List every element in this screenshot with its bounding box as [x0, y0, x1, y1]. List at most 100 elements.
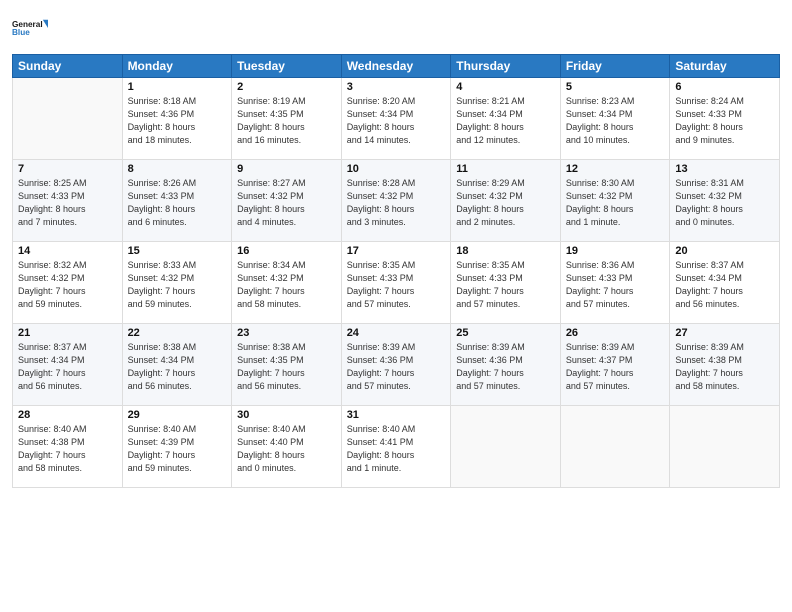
day-number: 28	[18, 409, 117, 421]
week-row-1: 1 Sunrise: 8:18 AM Sunset: 4:36 PM Daylig…	[13, 78, 780, 160]
day-info: Sunrise: 8:40 AM Sunset: 4:39 PM Dayligh…	[128, 423, 227, 475]
day-info: Sunrise: 8:40 AM Sunset: 4:41 PM Dayligh…	[347, 423, 446, 475]
weekday-header-wednesday: Wednesday	[341, 55, 451, 78]
day-cell: 24 Sunrise: 8:39 AM Sunset: 4:36 PM Dayli…	[341, 324, 451, 406]
day-number: 4	[456, 81, 555, 93]
weekday-header-tuesday: Tuesday	[232, 55, 342, 78]
week-row-5: 28 Sunrise: 8:40 AM Sunset: 4:38 PM Dayli…	[13, 406, 780, 488]
day-cell: 5Sunrise: 8:23 AM Sunset: 4:34 PM Daylig…	[560, 78, 670, 160]
weekday-header-saturday: Saturday	[670, 55, 780, 78]
day-cell: 27Sunrise: 8:39 AM Sunset: 4:38 PM Dayli…	[670, 324, 780, 406]
day-info: Sunrise: 8:40 AM Sunset: 4:38 PM Dayligh…	[18, 423, 117, 475]
day-number: 30	[237, 409, 336, 421]
week-row-2: 7 Sunrise: 8:25 AM Sunset: 4:33 PM Daylig…	[13, 160, 780, 242]
logo: General Blue	[12, 10, 48, 46]
day-info: Sunrise: 8:36 AM Sunset: 4:33 PM Dayligh…	[566, 259, 665, 311]
day-info: Sunrise: 8:33 AM Sunset: 4:32 PM Dayligh…	[128, 259, 227, 311]
day-info: Sunrise: 8:20 AM Sunset: 4:34 PM Dayligh…	[347, 95, 446, 147]
day-cell: 23Sunrise: 8:38 AM Sunset: 4:35 PM Dayli…	[232, 324, 342, 406]
day-number: 26	[566, 327, 665, 339]
day-info: Sunrise: 8:18 AM Sunset: 4:36 PM Dayligh…	[128, 95, 227, 147]
day-info: Sunrise: 8:30 AM Sunset: 4:32 PM Dayligh…	[566, 177, 665, 229]
day-info: Sunrise: 8:32 AM Sunset: 4:32 PM Dayligh…	[18, 259, 117, 311]
day-info: Sunrise: 8:40 AM Sunset: 4:40 PM Dayligh…	[237, 423, 336, 475]
day-cell: 15 Sunrise: 8:33 AM Sunset: 4:32 PM Dayli…	[122, 242, 232, 324]
day-info: Sunrise: 8:24 AM Sunset: 4:33 PM Dayligh…	[675, 95, 774, 147]
day-info: Sunrise: 8:37 AM Sunset: 4:34 PM Dayligh…	[18, 341, 117, 393]
weekday-header-friday: Friday	[560, 55, 670, 78]
day-number: 3	[347, 81, 446, 93]
day-info: Sunrise: 8:34 AM Sunset: 4:32 PM Dayligh…	[237, 259, 336, 311]
day-number: 9	[237, 163, 336, 175]
day-cell: 6 Sunrise: 8:24 AM Sunset: 4:33 PM Daylig…	[670, 78, 780, 160]
day-cell	[560, 406, 670, 488]
weekday-header-monday: Monday	[122, 55, 232, 78]
day-info: Sunrise: 8:38 AM Sunset: 4:34 PM Dayligh…	[128, 341, 227, 393]
day-cell: 16 Sunrise: 8:34 AM Sunset: 4:32 PM Dayli…	[232, 242, 342, 324]
day-cell: 12 Sunrise: 8:30 AM Sunset: 4:32 PM Dayli…	[560, 160, 670, 242]
day-cell: 21 Sunrise: 8:37 AM Sunset: 4:34 PM Dayli…	[13, 324, 123, 406]
day-cell	[13, 78, 123, 160]
week-row-4: 21 Sunrise: 8:37 AM Sunset: 4:34 PM Dayli…	[13, 324, 780, 406]
day-info: Sunrise: 8:25 AM Sunset: 4:33 PM Dayligh…	[18, 177, 117, 229]
day-number: 15	[128, 245, 227, 257]
day-cell: 30 Sunrise: 8:40 AM Sunset: 4:40 PM Dayli…	[232, 406, 342, 488]
day-number: 12	[566, 163, 665, 175]
day-cell: 8Sunrise: 8:26 AM Sunset: 4:33 PM Daylig…	[122, 160, 232, 242]
day-info: Sunrise: 8:39 AM Sunset: 4:36 PM Dayligh…	[456, 341, 555, 393]
day-number: 16	[237, 245, 336, 257]
day-number: 7	[18, 163, 117, 175]
day-number: 19	[566, 245, 665, 257]
day-number: 31	[347, 409, 446, 421]
day-number: 20	[675, 245, 774, 257]
weekday-header-row: SundayMondayTuesdayWednesdayThursdayFrid…	[13, 55, 780, 78]
day-cell: 31 Sunrise: 8:40 AM Sunset: 4:41 PM Dayli…	[341, 406, 451, 488]
day-cell: 25Sunrise: 8:39 AM Sunset: 4:36 PM Dayli…	[451, 324, 561, 406]
day-info: Sunrise: 8:38 AM Sunset: 4:35 PM Dayligh…	[237, 341, 336, 393]
week-row-3: 14 Sunrise: 8:32 AM Sunset: 4:32 PM Dayli…	[13, 242, 780, 324]
weekday-header-sunday: Sunday	[13, 55, 123, 78]
day-cell: 22 Sunrise: 8:38 AM Sunset: 4:34 PM Dayli…	[122, 324, 232, 406]
day-info: Sunrise: 8:37 AM Sunset: 4:34 PM Dayligh…	[675, 259, 774, 311]
day-number: 11	[456, 163, 555, 175]
day-number: 14	[18, 245, 117, 257]
day-cell: 14 Sunrise: 8:32 AM Sunset: 4:32 PM Dayli…	[13, 242, 123, 324]
day-cell: 20 Sunrise: 8:37 AM Sunset: 4:34 PM Dayli…	[670, 242, 780, 324]
day-cell: 4 Sunrise: 8:21 AM Sunset: 4:34 PM Daylig…	[451, 78, 561, 160]
day-info: Sunrise: 8:39 AM Sunset: 4:36 PM Dayligh…	[347, 341, 446, 393]
day-info: Sunrise: 8:35 AM Sunset: 4:33 PM Dayligh…	[347, 259, 446, 311]
svg-text:General: General	[12, 20, 43, 29]
day-number: 22	[128, 327, 227, 339]
day-number: 13	[675, 163, 774, 175]
day-info: Sunrise: 8:39 AM Sunset: 4:37 PM Dayligh…	[566, 341, 665, 393]
header: General Blue	[12, 10, 780, 46]
day-cell: 11 Sunrise: 8:29 AM Sunset: 4:32 PM Dayli…	[451, 160, 561, 242]
day-cell: 13 Sunrise: 8:31 AM Sunset: 4:32 PM Dayli…	[670, 160, 780, 242]
day-number: 29	[128, 409, 227, 421]
day-info: Sunrise: 8:29 AM Sunset: 4:32 PM Dayligh…	[456, 177, 555, 229]
day-number: 24	[347, 327, 446, 339]
day-cell: 9 Sunrise: 8:27 AM Sunset: 4:32 PM Daylig…	[232, 160, 342, 242]
day-cell: 1 Sunrise: 8:18 AM Sunset: 4:36 PM Daylig…	[122, 78, 232, 160]
day-number: 6	[675, 81, 774, 93]
day-number: 18	[456, 245, 555, 257]
calendar-table: SundayMondayTuesdayWednesdayThursdayFrid…	[12, 54, 780, 488]
day-cell: 29 Sunrise: 8:40 AM Sunset: 4:39 PM Dayli…	[122, 406, 232, 488]
day-info: Sunrise: 8:27 AM Sunset: 4:32 PM Dayligh…	[237, 177, 336, 229]
svg-text:Blue: Blue	[12, 28, 30, 37]
day-cell: 28 Sunrise: 8:40 AM Sunset: 4:38 PM Dayli…	[13, 406, 123, 488]
day-cell	[670, 406, 780, 488]
day-info: Sunrise: 8:39 AM Sunset: 4:38 PM Dayligh…	[675, 341, 774, 393]
day-number: 1	[128, 81, 227, 93]
day-number: 2	[237, 81, 336, 93]
day-number: 8	[128, 163, 227, 175]
day-cell: 10Sunrise: 8:28 AM Sunset: 4:32 PM Dayli…	[341, 160, 451, 242]
logo-svg: General Blue	[12, 10, 48, 46]
day-cell: 18Sunrise: 8:35 AM Sunset: 4:33 PM Dayli…	[451, 242, 561, 324]
weekday-header-thursday: Thursday	[451, 55, 561, 78]
day-info: Sunrise: 8:21 AM Sunset: 4:34 PM Dayligh…	[456, 95, 555, 147]
day-cell: 7 Sunrise: 8:25 AM Sunset: 4:33 PM Daylig…	[13, 160, 123, 242]
day-number: 21	[18, 327, 117, 339]
day-info: Sunrise: 8:31 AM Sunset: 4:32 PM Dayligh…	[675, 177, 774, 229]
day-number: 10	[347, 163, 446, 175]
